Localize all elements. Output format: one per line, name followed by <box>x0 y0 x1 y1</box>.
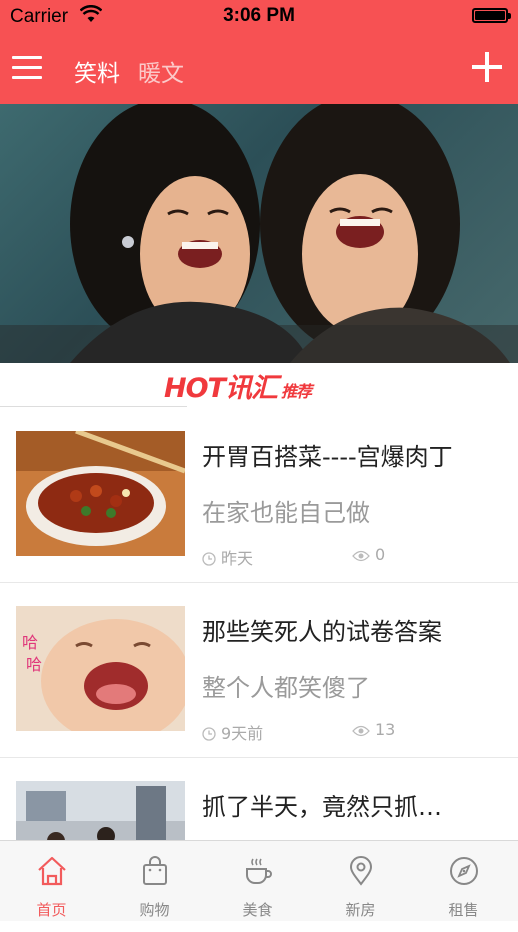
coffee-cup-icon <box>246 858 272 884</box>
add-icon[interactable] <box>472 52 502 82</box>
clock-icon <box>202 552 216 566</box>
nav-bar: 笑料 暖文 <box>0 34 518 104</box>
kung-pao-dish-photo <box>16 431 185 556</box>
laughing-baby-photo: 哈 哈 <box>16 606 185 731</box>
banner-image[interactable] <box>0 104 518 363</box>
shopping-bag-icon <box>143 856 167 885</box>
tab-home-label: 首页 <box>36 901 67 919</box>
tab-new-house-label: 新房 <box>345 901 376 919</box>
hot-logo: HOT讯汇 推荐 <box>164 366 312 405</box>
eye-icon <box>352 725 370 737</box>
tab-jokes[interactable]: 笑料 <box>74 54 120 88</box>
status-time: 3:06 PM <box>223 5 295 26</box>
banner-caption-overlay <box>0 325 518 363</box>
clock-icon <box>202 727 216 741</box>
list-item[interactable]: 哈 哈 那些笑死人的试卷答案 整个人都笑傻了 9天前 13 <box>0 582 518 758</box>
tab-home[interactable]: 首页 <box>0 841 103 921</box>
tab-food[interactable]: 美食 <box>206 841 309 921</box>
tab-food-label: 美食 <box>242 901 273 919</box>
item-views: 13 <box>352 720 395 739</box>
item-views-text: 0 <box>375 545 386 564</box>
tab-rent-sale-label: 租售 <box>448 901 479 919</box>
menu-icon[interactable] <box>12 56 42 80</box>
status-bar: Carrier 3:06 PM <box>0 0 518 34</box>
list-item[interactable]: 开胃百搭菜----宫爆肉丁 在家也能自己做 昨天 0 <box>0 407 518 583</box>
hot-logo-sub: 推荐 <box>280 382 312 401</box>
home-icon <box>38 856 66 886</box>
item-views: 0 <box>352 545 385 564</box>
tab-new-house[interactable]: 新房 <box>309 841 412 921</box>
svg-text:哈: 哈 <box>26 655 42 674</box>
eye-icon <box>352 550 370 562</box>
item-title: 那些笑死人的试卷答案 <box>202 618 442 646</box>
svg-text:哈: 哈 <box>22 633 38 652</box>
item-time-text: 9天前 <box>221 724 264 743</box>
hot-recommend-header: HOT讯汇 推荐 <box>0 363 518 407</box>
item-subtitle: 整个人都笑傻了 <box>202 674 370 702</box>
item-views-text: 13 <box>375 720 396 739</box>
tab-warm-stories[interactable]: 暖文 <box>138 54 184 88</box>
item-time: 昨天 <box>202 545 253 569</box>
tab-bar: 首页 购物 美食 新房 租售 <box>0 840 518 921</box>
compass-icon <box>450 857 478 885</box>
location-pin-icon <box>349 856 373 886</box>
item-subtitle: 在家也能自己做 <box>202 499 370 527</box>
item-title: 抓了半天，竟然只抓… <box>202 793 442 821</box>
tab-shopping[interactable]: 购物 <box>103 841 206 921</box>
battery-icon <box>472 8 511 23</box>
hot-logo-text: HOT讯汇 <box>164 373 278 404</box>
item-time-text: 昨天 <box>221 549 254 568</box>
tab-shopping-label: 购物 <box>139 901 170 919</box>
tab-rent-sale[interactable]: 租售 <box>412 841 515 921</box>
item-title: 开胃百搭菜----宫爆肉丁 <box>202 443 453 471</box>
item-time: 9天前 <box>202 720 263 744</box>
